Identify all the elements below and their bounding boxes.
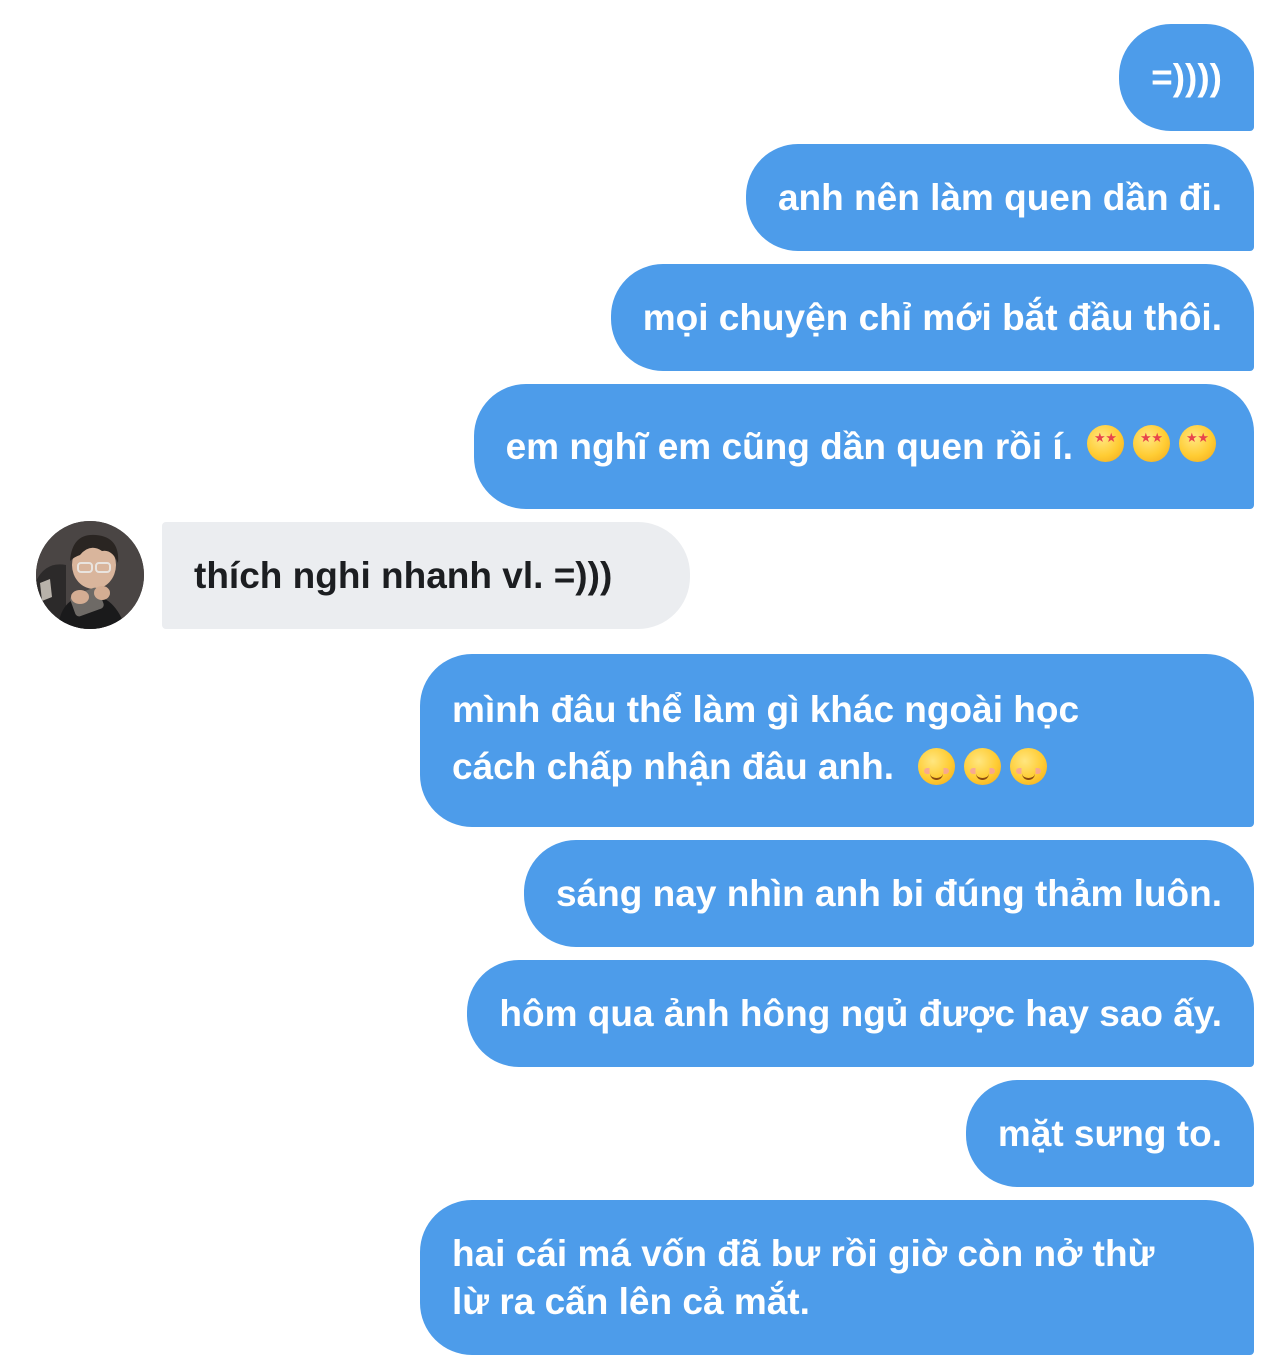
message-text: =)))) [1151,56,1222,98]
message-bubble-incoming[interactable]: thích nghi nhanh vl. =))) [162,522,690,629]
message-text: mặt sưng to. [997,1112,1222,1154]
message-bubble-outgoing[interactable]: =)))) [1119,24,1254,131]
star-struck-emoji-icon [1133,425,1170,462]
message-text-line: cách chấp nhận đâu anh. [452,738,1222,795]
message-bubble-outgoing[interactable]: em nghĩ em cũng dần quen rồi í. [473,384,1254,509]
message-bubble-outgoing[interactable]: mặt sưng to. [965,1080,1254,1187]
smiling-face-emoji-icon [918,747,956,785]
star-struck-emoji-icon [1087,425,1124,462]
message-text: hôm qua ảnh hông ngủ được hay sao ấy. [499,992,1222,1034]
star-struck-emoji-icon [1179,425,1216,462]
avatar[interactable] [36,521,144,629]
message-text: thích nghi nhanh vl. =))) [194,554,613,596]
message-bubble-outgoing[interactable]: mọi chuyện chỉ mới bắt đầu thôi. [610,264,1254,371]
message-text-line: lừ ra cấn lên cả mắt. [452,1281,810,1322]
smiling-face-emoji-icon [964,747,1002,785]
message-bubble-outgoing[interactable]: hôm qua ảnh hông ngủ được hay sao ấy. [467,960,1254,1067]
message-text: em nghĩ em cũng dần quen rồi í. [505,425,1073,467]
message-text: mọi chuyện chỉ mới bắt đầu thôi. [642,296,1222,338]
message-bubble-outgoing[interactable]: anh nên làm quen dần đi. [745,144,1254,251]
message-text: sáng nay nhìn anh bi đúng thảm luôn. [556,872,1222,914]
message-text: anh nên làm quen dần đi. [777,176,1222,218]
smiling-face-emoji-icon [1010,747,1048,785]
message-bubble-outgoing[interactable]: mình đâu thể làm gì khác ngoài học cách … [420,654,1254,827]
message-text-line: hai cái má vốn đã bư rồi giờ còn nở thừ [452,1233,1155,1274]
message-text-line: mình đâu thể làm gì khác ngoài học [452,689,1080,730]
message-bubble-outgoing[interactable]: hai cái má vốn đã bư rồi giờ còn nở thừ … [420,1200,1254,1355]
message-bubble-outgoing[interactable]: sáng nay nhìn anh bi đúng thảm luôn. [524,840,1254,947]
user-avatar-photo-icon [36,521,144,629]
